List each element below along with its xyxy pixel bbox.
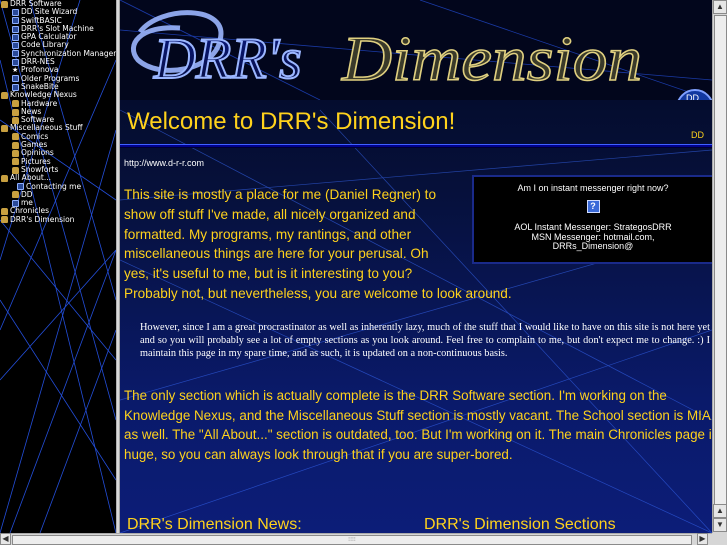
site-banner: DRR's Dimension DD [120,0,712,100]
intro-line: yes, it's useful to me, but is it intere… [124,266,413,282]
star-icon: ★ [12,66,19,75]
horizontal-scrollbar[interactable]: ◀ ⁝⁝⁝⁝ ▶ [0,533,712,545]
intro-line: formatted. My programs, my rantings, and… [124,226,412,242]
folder-icon [1,174,8,182]
scrollbar-corner [712,533,727,545]
program-icon [12,50,19,58]
program-icon [12,17,19,25]
content-frame: DRR's Dimension DD Welcome to DRR's Dime… [120,0,712,533]
im-question: Am I on instant messenger right now? [517,183,669,193]
dd-link[interactable]: DD [691,130,704,140]
scroll-right-icon[interactable]: ▶ [697,533,708,545]
scroll-left-icon[interactable]: ◀ [0,533,11,545]
folder-icon [12,191,19,199]
procrastination-note: However, since I am a great procrastinat… [140,322,710,360]
nav-item-label: DRR's Dimension [10,214,75,224]
section-status-paragraph: The only section which is actually compl… [124,388,712,462]
scroll-up-icon[interactable]: ▲ [713,504,727,518]
folder-icon [1,208,8,216]
logo-left: DRR's [153,26,302,91]
folder-icon [12,108,19,116]
scroll-down-icon[interactable]: ▼ [713,518,727,532]
program-icon [12,42,19,50]
program-icon [12,75,19,83]
vertical-scroll-thumb[interactable] [714,15,727,513]
im-status-icon[interactable]: ? [586,200,600,213]
site-url: http://www.d-r-r.com [124,158,205,168]
msn-handle-2: DRRs_Dimension@ [552,241,634,252]
nav-item[interactable]: Pictures [0,157,116,166]
nav-item[interactable]: Hardware [0,99,116,108]
program-icon [12,58,19,66]
nav-item-label: Contacting me [26,181,82,191]
nav-item[interactable]: News [0,107,116,116]
sections-heading: DRR's Dimension Sections [424,516,616,533]
nav-item[interactable]: Synchronization Manager [0,49,116,58]
folder-icon [1,216,8,224]
nav-item[interactable]: Contacting me [0,181,116,191]
vertical-scrollbar[interactable]: ▲ ▲ ▼ [712,0,727,533]
intro-line: Probably not, but nevertheless, you are … [124,285,512,301]
program-icon [12,8,19,16]
program-icon [12,25,19,33]
nav-item[interactable]: DD [0,190,116,199]
nav-item[interactable]: Miscellaneous Stuff [0,124,116,132]
folder-icon [12,158,19,166]
folder-icon [12,100,19,108]
folder-icon [1,0,8,8]
nav-item[interactable]: Knowledge Nexus [0,90,116,99]
folder-icon [12,141,19,149]
nav-item[interactable]: Comics [0,132,116,141]
scroll-up-icon[interactable]: ▲ [713,0,727,14]
nav-item[interactable]: Games [0,140,116,149]
program-icon [12,33,19,41]
nav-item[interactable]: DRR's Dimension [0,214,116,224]
navigation-frame: DRR Software DD Site Wizard SwiftBASIC DRR'… [0,0,116,533]
news-heading: DRR's Dimension News: [127,516,302,533]
logo-right: Dimension [341,23,642,94]
folder-icon [1,91,8,99]
intro-line: This site is mostly a place for me (Dani… [124,187,437,202]
folder-icon [12,149,19,157]
intro-line: show off stuff I've made, all nicely org… [124,206,416,222]
horizontal-scroll-thumb[interactable]: ⁝⁝⁝⁝ [12,535,692,545]
im-status-box: Am I on instant messenger right now? ? A… [472,175,712,264]
site-tree: DRR Software DD Site Wizard SwiftBASIC DRR'… [0,0,116,224]
page-title: Welcome to DRR's Dimension! [127,108,456,135]
badge-label: DD [686,93,699,100]
divider-rule [120,144,712,148]
intro-paragraph: This site is mostly a place for me (Dani… [124,185,512,304]
intro-line: miscellaneous things are here for your p… [124,246,429,262]
folder-icon [1,125,8,133]
nav-item[interactable]: Opinions [0,149,116,157]
folder-icon [12,133,19,141]
